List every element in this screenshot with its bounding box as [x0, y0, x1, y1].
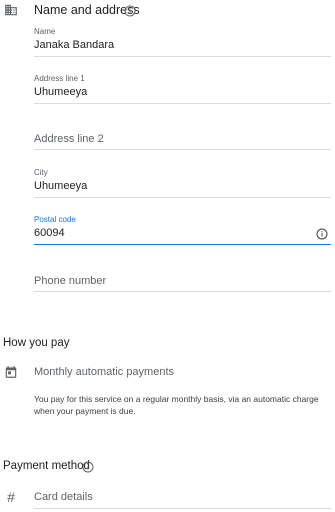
payment-description: You pay for this service on a regular mo… — [34, 394, 319, 416]
city-field[interactable]: City Uhumeeya — [34, 168, 331, 200]
postal-code-underline — [34, 243, 331, 245]
city-label: City — [34, 168, 48, 177]
address-line-2-underline — [34, 149, 331, 150]
phone-number-placeholder[interactable]: Phone number — [34, 275, 106, 287]
city-underline — [34, 197, 331, 198]
name-value[interactable]: Janaka Bandara — [34, 39, 114, 51]
card-details-underline — [34, 508, 331, 509]
address-line-2-placeholder[interactable]: Address line 2 — [34, 133, 104, 145]
address-line-2-field[interactable]: Address line 2 — [34, 132, 331, 152]
card-details-field[interactable]: Card details — [34, 490, 331, 510]
address-line-1-underline — [34, 103, 331, 104]
name-field[interactable]: Name Janaka Bandara — [34, 27, 331, 59]
address-line-1-label: Address line 1 — [34, 74, 85, 83]
postal-code-value[interactable]: 60094 — [34, 227, 65, 239]
billing-form-page: Name and address Name Janaka Bandara Add… — [0, 0, 335, 512]
city-value[interactable]: Uhumeeya — [34, 180, 87, 192]
payment-method-info-icon[interactable] — [82, 460, 94, 473]
how-you-pay-heading: How you pay — [3, 337, 70, 349]
postal-info-icon[interactable] — [316, 227, 328, 240]
payment-method-heading: Payment method — [3, 460, 90, 472]
postal-code-label: Postal code — [34, 215, 76, 224]
hash-icon: # — [7, 489, 15, 505]
building-icon — [4, 3, 18, 17]
card-details-placeholder[interactable]: Card details — [34, 491, 93, 503]
phone-number-underline — [34, 291, 331, 292]
calendar-icon — [4, 365, 18, 379]
phone-number-field[interactable]: Phone number — [34, 274, 331, 294]
address-line-1-value[interactable]: Uhumeeya — [34, 86, 87, 98]
info-icon[interactable] — [124, 4, 136, 17]
postal-code-field[interactable]: Postal code 60094 — [34, 215, 331, 247]
name-label: Name — [34, 27, 56, 36]
monthly-automatic-payments-option[interactable]: Monthly automatic payments — [34, 366, 174, 378]
address-line-1-field[interactable]: Address line 1 Uhumeeya — [34, 74, 331, 106]
name-underline — [34, 56, 331, 57]
